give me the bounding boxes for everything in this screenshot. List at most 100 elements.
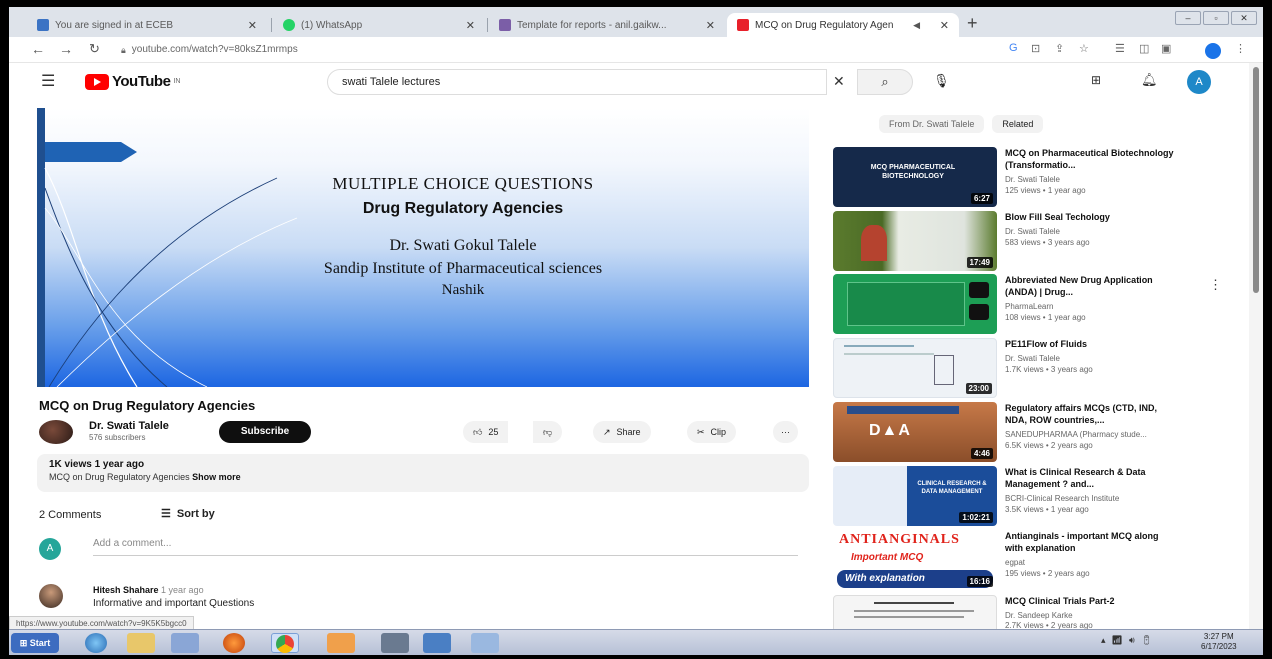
url-field[interactable]: 🔒︎ youtube.com/watch?v=80ksZ1mrmps (121, 41, 991, 59)
ie-icon[interactable] (85, 633, 107, 653)
search-button[interactable]: ⌕ (857, 69, 913, 95)
close-window-button[interactable]: ✕ (1231, 11, 1257, 25)
more-options-icon[interactable]: ⋮ (1209, 277, 1222, 293)
recommendation-item[interactable]: 23:00 PE11Flow of Fluids Dr. Swati Talel… (833, 338, 1243, 398)
video-thumbnail[interactable] (833, 274, 997, 334)
recommendation-item[interactable]: CLINICAL RESEARCH & DATA MANAGEMENT 1:02… (833, 466, 1243, 526)
minimize-button[interactable]: – (1175, 11, 1201, 25)
show-more-link[interactable]: Show more (192, 472, 241, 482)
tab-close-icon[interactable]: ✕ (706, 19, 715, 32)
video-thumbnail[interactable]: ANTIANGINALS Important MCQ With explanat… (833, 530, 997, 590)
tab-close-icon[interactable]: ✕ (940, 19, 949, 32)
video-thumbnail[interactable]: CLINICAL RESEARCH & DATA MANAGEMENT 1:02… (833, 466, 997, 526)
video-duration: 1:02:21 (959, 512, 993, 523)
channel-name[interactable]: Dr. Swati Talele (89, 420, 169, 432)
google-icon[interactable]: G (1009, 42, 1018, 54)
powerpoint-icon[interactable] (327, 633, 355, 653)
recommendation-channel[interactable]: Dr. Swati Talele (1005, 354, 1060, 363)
more-actions-button[interactable]: ··· (773, 421, 798, 443)
microphone-icon[interactable]: 🎙︎ (933, 73, 950, 89)
back-icon[interactable]: ← (31, 41, 45, 57)
recommendation-item[interactable]: Abbreviated New Drug Application (ANDA) … (833, 274, 1243, 334)
video-thumbnail[interactable]: 17:49 (833, 211, 997, 271)
video-thumbnail[interactable]: 23:00 (833, 338, 997, 398)
tab-youtube-active[interactable]: MCQ on Drug Regulatory Agen ◀ ✕ (727, 13, 959, 37)
recommendation-title[interactable]: Blow Fill Seal Techology (1005, 211, 1177, 223)
bookmark-star-icon[interactable]: ☆ (1079, 42, 1089, 55)
extensions-icon[interactable]: ◫ (1139, 42, 1149, 55)
reload-icon[interactable]: ↻ (89, 41, 100, 57)
tab-eceb[interactable]: You are signed in at ECEB ✕ (27, 13, 267, 37)
commenter-avatar[interactable] (39, 584, 63, 608)
maximize-button[interactable]: ▫ (1203, 11, 1229, 25)
video-player[interactable]: MULTIPLE CHOICE QUESTIONS Drug Regulator… (37, 108, 809, 387)
notifications-bell-icon[interactable]: 🔔︎ (1141, 72, 1158, 88)
add-comment-input[interactable]: Add a comment... (93, 538, 798, 556)
app-icon[interactable] (471, 633, 499, 653)
start-button[interactable]: ⊞ Start (11, 633, 59, 653)
recommendation-channel[interactable]: PharmaLearn (1005, 302, 1053, 311)
share-button[interactable]: ↗ Share (593, 421, 651, 443)
recommendation-title[interactable]: MCQ on Pharmaceutical Biotechnology (Tra… (1005, 147, 1177, 171)
folder-icon[interactable] (127, 633, 155, 653)
chip-related[interactable]: Related (992, 115, 1044, 133)
create-video-icon[interactable]: ⊞ (1091, 73, 1101, 87)
system-clock[interactable]: 3:27 PM 6/17/2023 (1201, 632, 1237, 652)
new-tab-button[interactable]: + (967, 13, 978, 34)
recommendation-channel[interactable]: egpat (1005, 558, 1025, 567)
tab-template[interactable]: Template for reports - anil.gaikw... ✕ (489, 13, 725, 37)
browser-profile-icon[interactable] (1205, 43, 1221, 59)
video-thumbnail[interactable]: MCQ PHARMACEUTICAL BIOTECHNOLOGY 6:27 (833, 147, 997, 207)
share-page-icon[interactable]: ⇪ (1055, 42, 1064, 55)
recommendation-title[interactable]: Antianginals - important MCQ along with … (1005, 530, 1177, 554)
tab-close-icon[interactable]: ✕ (248, 19, 257, 32)
clear-search-icon[interactable]: ✕ (833, 73, 845, 90)
firefox-icon[interactable] (223, 633, 245, 653)
lens-icon[interactable]: ⊡ (1031, 42, 1040, 55)
recommendation-channel[interactable]: BCRI-Clinical Research Institute (1005, 494, 1119, 503)
recommendation-title[interactable]: Regulatory affairs MCQs (CTD, IND, NDA, … (1005, 402, 1177, 426)
sidepanel-icon[interactable]: ▣ (1161, 42, 1171, 55)
clip-button[interactable]: ✂ Clip (687, 421, 737, 443)
search-input[interactable]: swati Talele lectures (327, 69, 827, 95)
recommendation-channel[interactable]: Dr. Sandeep Karke (1005, 611, 1073, 620)
reading-list-icon[interactable]: ☰ (1115, 42, 1125, 55)
account-avatar[interactable]: A (1187, 70, 1211, 94)
subscribe-button[interactable]: Subscribe (219, 421, 311, 443)
recommendation-item[interactable]: D▲A 4:46 Regulatory affairs MCQs (CTD, I… (833, 402, 1243, 462)
tab-close-icon[interactable]: ✕ (466, 19, 475, 32)
network-icon[interactable]: 📶︎ (1112, 635, 1123, 646)
volume-icon[interactable]: 🔊︎ (1129, 635, 1135, 646)
video-thumbnail[interactable]: D▲A 4:46 (833, 402, 997, 462)
like-button[interactable]: 👍︎ 25 (463, 421, 509, 443)
recommendation-channel[interactable]: SANEDUPHARMAA (Pharmacy stude... (1005, 430, 1147, 439)
sort-by-button[interactable]: ☰ Sort by (161, 507, 215, 521)
recommendation-title[interactable]: What is Clinical Research & Data Managem… (1005, 466, 1177, 490)
recommendation-title[interactable]: Abbreviated New Drug Application (ANDA) … (1005, 274, 1177, 298)
recommendation-title[interactable]: PE11Flow of Fluids (1005, 338, 1177, 350)
tray-expand-icon[interactable]: ▴ (1101, 635, 1106, 646)
recommendation-item[interactable]: 17:49 Blow Fill Seal Techology Dr. Swati… (833, 211, 1243, 271)
scrollbar-thumb[interactable] (1253, 67, 1259, 293)
recommendation-channel[interactable]: Dr. Swati Talele (1005, 175, 1060, 184)
forward-icon[interactable]: → (59, 41, 73, 57)
browser-menu-icon[interactable]: ⋮ (1235, 42, 1246, 55)
chip-from-channel[interactable]: From Dr. Swati Talele (879, 115, 985, 133)
description-box[interactable]: 1K views 1 year ago MCQ on Drug Regulato… (37, 454, 809, 492)
comment-author[interactable]: Hitesh Shahare (93, 585, 159, 595)
chrome-taskbar-button[interactable] (271, 633, 299, 653)
recommendation-channel[interactable]: Dr. Swati Talele (1005, 227, 1060, 236)
dislike-button[interactable]: 👎︎ (533, 421, 563, 443)
youtube-logo[interactable]: YouTube IN (85, 73, 180, 90)
app-icon[interactable] (423, 633, 451, 653)
app-icon[interactable] (381, 633, 409, 653)
hamburger-menu-icon[interactable]: ☰ (41, 71, 55, 91)
recommendation-item[interactable]: MCQ PHARMACEUTICAL BIOTECHNOLOGY 6:27 MC… (833, 147, 1243, 207)
media-icon[interactable] (171, 633, 199, 653)
recommendation-item[interactable]: ANTIANGINALS Important MCQ With explanat… (833, 530, 1243, 590)
power-icon[interactable]: 🔋︎ (1141, 635, 1152, 646)
page-scrollbar[interactable] (1249, 63, 1263, 629)
tab-whatsapp[interactable]: (1) WhatsApp ✕ (273, 13, 485, 37)
channel-avatar[interactable] (39, 420, 73, 444)
recommendation-title[interactable]: MCQ Clinical Trials Part-2 (1005, 595, 1177, 607)
